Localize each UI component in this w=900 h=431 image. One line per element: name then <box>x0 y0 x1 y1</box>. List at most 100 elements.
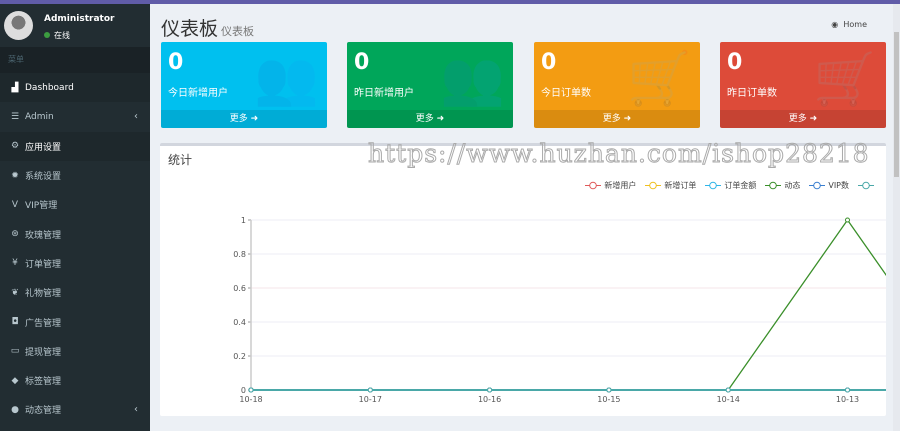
more-info-link[interactable]: 更多 ➜ <box>720 110 886 128</box>
vimeo-icon: V <box>11 199 19 210</box>
gear-icon: ✹ <box>11 170 19 181</box>
users-icon: 👥 <box>254 49 319 109</box>
y-tick-label: 0.2 <box>233 352 246 361</box>
user-status: 在线 <box>44 30 70 41</box>
data-point <box>845 387 850 393</box>
sidebar-item-11[interactable]: ● 动态管理 ‹ <box>0 395 150 424</box>
stats-panel: 统计 新增用户 新增订单 订单金额 动态 VIP数 0 0.2 0.4 0.6 0.8 1 10-1… <box>160 143 886 416</box>
sidebar-item-label: 提现管理 <box>25 347 62 358</box>
data-point <box>725 387 731 393</box>
more-info-link[interactable]: 更多 ➜ <box>534 110 700 128</box>
more-label[interactable]: 更多 <box>230 114 248 124</box>
life-ring-icon: ⊛ <box>11 229 19 240</box>
chevron-left-icon: ‹ <box>134 404 138 416</box>
more-label[interactable]: 更多 <box>416 114 434 124</box>
series-line <box>251 218 886 391</box>
stat-value: 0 <box>541 50 557 75</box>
sidebar-item-8[interactable]: ◘ 广告管理 <box>0 307 150 336</box>
area-chart-icon: ▟ <box>11 82 19 93</box>
cart-icon: 🛒 <box>813 49 878 109</box>
breadcrumb[interactable]: ◉ Home <box>831 20 867 29</box>
page-subtitle: 仪表板 <box>221 25 255 38</box>
sidebar-item-1[interactable]: ☰ Admin ‹ <box>0 102 150 131</box>
stat-box: 0 昨日新增用户 👥 更多 ➜ <box>347 42 513 128</box>
stat-value: 0 <box>168 50 184 75</box>
arrow-circle-right-icon: ➜ <box>809 114 818 124</box>
stat-label: 昨日订单数 <box>727 88 777 99</box>
stat-value: 0 <box>354 50 370 75</box>
scrollbar-thumb[interactable] <box>894 32 899 177</box>
data-point <box>845 217 850 223</box>
x-tick-label: 10-15 <box>597 395 620 404</box>
sidebar-item-5[interactable]: ⊛ 玫瑰管理 <box>0 219 150 248</box>
sidebar-item-0[interactable]: ▟ Dashboard <box>0 73 150 103</box>
stat-box: 0 昨日订单数 🛒 更多 ➜ <box>720 42 886 128</box>
chevron-left-icon: ‹ <box>134 111 138 123</box>
sidebar-item-7[interactable]: ❦ 礼物管理 <box>0 278 150 307</box>
stat-box: 0 今日新增用户 👥 更多 ➜ <box>161 42 327 128</box>
data-point <box>367 387 373 393</box>
cart-icon: 🛒 <box>627 49 692 109</box>
scrollbar[interactable] <box>893 4 900 431</box>
sidebar-item-4[interactable]: V VIP管理 <box>0 190 150 219</box>
cogs-icon: ⚙ <box>10 141 20 152</box>
y-tick-label: 0.6 <box>233 284 246 293</box>
sidebar-menu: ▟ Dashboard ☰ Admin ‹ ⚙ 应用设置 ✹ 系统设置 V VIP管理 ⊛ 玫瑰管理 ¥ 订… <box>0 73 150 425</box>
arrow-circle-right-icon: ➜ <box>436 114 445 124</box>
page-title: 仪表板 仪表板 <box>161 18 255 40</box>
stat-box: 0 今日订单数 🛒 更多 ➜ <box>534 42 700 128</box>
sidebar-item-label: Admin <box>25 111 54 122</box>
sidebar-item-3[interactable]: ✹ 系统设置 <box>0 161 150 190</box>
content: 仪表板 仪表板 ◉ Home 0 今日新增用户 👥 更多 ➜ 0 昨日新增用户 👥 更多 ➜ 0 今… <box>150 4 900 431</box>
sidebar-item-2[interactable]: ⚙ 应用设置 <box>0 131 150 161</box>
user-name: Administrator <box>44 14 115 24</box>
sidebar: Administrator 在线 菜单 ▟ Dashboard ☰ Admin ‹ ⚙ 应用… <box>0 4 150 431</box>
more-label[interactable]: 更多 <box>603 114 621 124</box>
leaf-icon: ❦ <box>11 287 19 298</box>
tags-icon: ◆ <box>11 375 19 386</box>
sidebar-item-label: 广告管理 <box>25 318 62 329</box>
more-info-link[interactable]: 更多 ➜ <box>347 110 513 128</box>
server-icon: ☰ <box>10 111 20 122</box>
x-tick-label: 10-17 <box>359 395 382 404</box>
stat-value: 0 <box>727 50 743 75</box>
y-tick-label: 0.8 <box>233 250 246 259</box>
more-label[interactable]: 更多 <box>789 114 807 124</box>
comments-icon: ● <box>11 404 19 415</box>
more-info-link[interactable]: 更多 ➜ <box>161 110 327 128</box>
online-dot-icon <box>44 32 50 38</box>
x-tick-label: 10-14 <box>717 395 740 404</box>
y-tick-label: 0 <box>241 386 246 395</box>
sidebar-item-label: 礼物管理 <box>25 289 62 300</box>
dashboard-icon: ◉ <box>831 20 839 29</box>
breadcrumb-home[interactable]: Home <box>843 20 867 29</box>
sidebar-item-10[interactable]: ◆ 标签管理 <box>0 366 150 395</box>
sidebar-item-label: 动态管理 <box>25 406 62 417</box>
y-tick-label: 0.4 <box>233 318 246 327</box>
data-point <box>606 387 612 393</box>
credit-card-icon: ▭ <box>10 346 20 357</box>
stat-label: 今日新增用户 <box>168 88 228 99</box>
yen-icon: ¥ <box>12 258 18 269</box>
x-tick-label: 10-13 <box>836 395 859 404</box>
font-awesome-icon: ◘ <box>11 317 19 328</box>
stat-label: 昨日新增用户 <box>354 88 414 99</box>
sidebar-item-label: VIP管理 <box>25 201 58 212</box>
sidebar-item-label: 玫瑰管理 <box>25 230 62 241</box>
sidebar-item-6[interactable]: ¥ 订单管理 <box>0 249 150 278</box>
data-point <box>248 387 254 393</box>
user-panel: Administrator 在线 <box>0 4 150 47</box>
menu-header: 菜单 <box>0 47 150 73</box>
arrow-circle-right-icon: ➜ <box>623 114 632 124</box>
x-tick-label: 10-18 <box>239 395 262 404</box>
sidebar-item-label: 应用设置 <box>25 142 62 153</box>
line-chart: 0 0.2 0.4 0.6 0.8 1 10-18 10-17 10-16 10-15 10-14 1… <box>233 216 886 404</box>
sidebar-item-label: 标签管理 <box>25 377 62 388</box>
sidebar-item-9[interactable]: ▭ 提现管理 <box>0 337 150 366</box>
data-point <box>487 387 493 393</box>
y-tick-label: 1 <box>241 216 246 225</box>
arrow-circle-right-icon: ➜ <box>250 114 259 124</box>
users-icon: 👥 <box>440 49 505 109</box>
stat-label: 今日订单数 <box>541 88 591 99</box>
sidebar-item-label: 订单管理 <box>25 259 62 270</box>
